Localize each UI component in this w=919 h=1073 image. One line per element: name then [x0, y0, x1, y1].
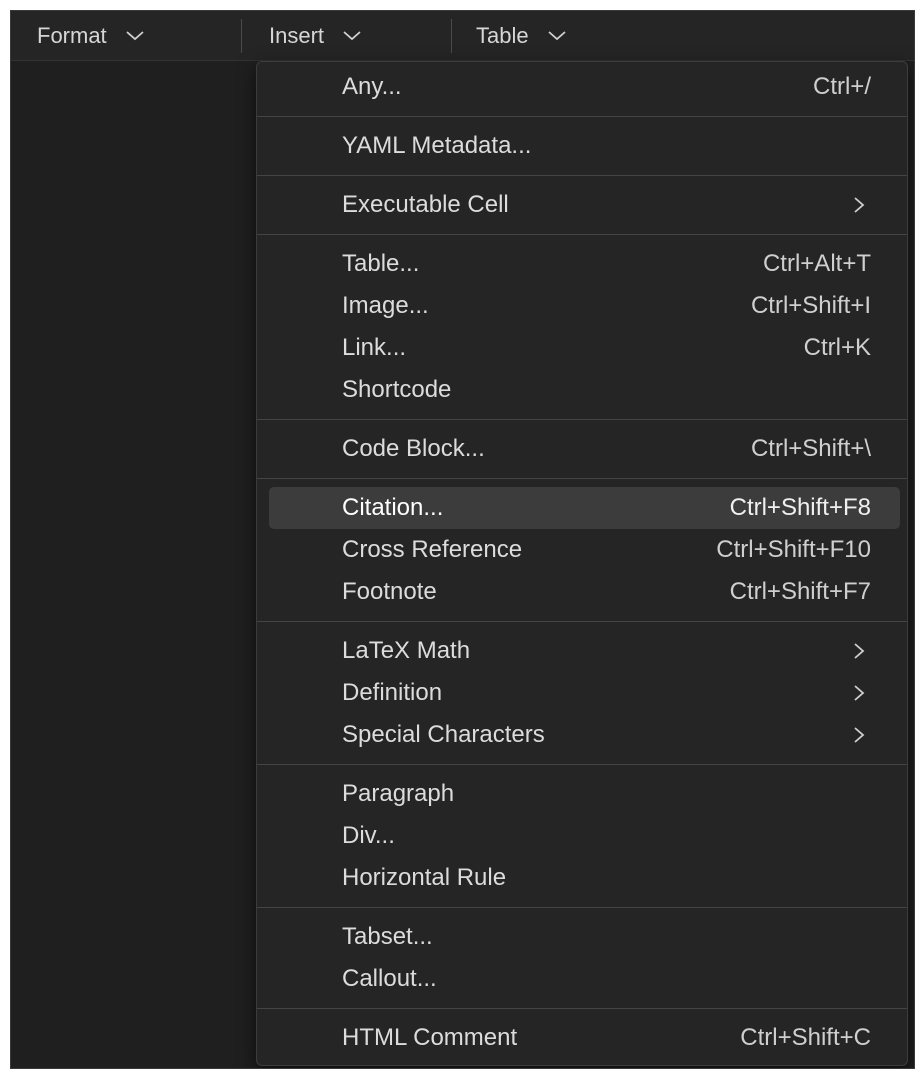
menu-item-label: Code Block... [342, 435, 485, 462]
menu-item-horizontal-rule[interactable]: Horizontal Rule [269, 857, 900, 899]
menu-item-shortcut: Ctrl+Shift+F8 [729, 494, 871, 521]
menu-item-table[interactable]: Table... Ctrl+Alt+T [269, 243, 900, 285]
table-menu-button[interactable]: Table [476, 11, 567, 61]
menu-item-shortcut: Ctrl+Shift+I [750, 292, 871, 319]
menu-item-shortcut: Ctrl+/ [812, 73, 871, 100]
menu-item-shortcut: Ctrl+Shift+\ [750, 435, 871, 462]
menu-item-label: Executable Cell [342, 191, 509, 218]
menu-item-label: Paragraph [342, 780, 455, 807]
menu-item-label: Horizontal Rule [342, 864, 507, 891]
menu-item-citation[interactable]: Citation... Ctrl+Shift+F8 [269, 487, 900, 529]
menu-item-label: YAML Metadata... [342, 132, 532, 159]
insert-dropdown-menu: Any... Ctrl+/ YAML Metadata... Executabl… [256, 61, 908, 1066]
menu-item-paragraph[interactable]: Paragraph [269, 773, 900, 815]
menu-separator [257, 175, 907, 176]
menu-item-latex-math[interactable]: LaTeX Math [269, 630, 900, 672]
menu-item-shortcut: Ctrl+Shift+C [740, 1024, 871, 1051]
menu-item-yaml-metadata[interactable]: YAML Metadata... [269, 125, 900, 167]
menu-item-footnote[interactable]: Footnote Ctrl+Shift+F7 [269, 571, 900, 613]
insert-menu-label: Insert [269, 23, 325, 48]
toolbar-divider [241, 19, 242, 53]
menu-separator [257, 764, 907, 765]
table-menu-label: Table [476, 23, 529, 48]
menu-item-link[interactable]: Link... Ctrl+K [269, 327, 900, 369]
menu-item-label: LaTeX Math [342, 637, 471, 664]
editor-toolbar: Format Insert Table [11, 11, 914, 61]
menu-separator [257, 234, 907, 235]
menu-item-tabset[interactable]: Tabset... [269, 916, 900, 958]
menu-item-shortcut: Ctrl+Shift+F7 [729, 578, 871, 605]
insert-menu-button[interactable]: Insert [269, 11, 362, 61]
chevron-right-icon [852, 725, 866, 745]
format-menu-button[interactable]: Format [37, 11, 145, 61]
menu-item-shortcut: Ctrl+Alt+T [762, 250, 871, 277]
menu-item-label: Image... [342, 292, 429, 319]
menu-separator [257, 419, 907, 420]
menu-item-label: Cross Reference [342, 536, 523, 563]
menu-item-div[interactable]: Div... [269, 815, 900, 857]
menu-item-label: HTML Comment [342, 1024, 518, 1051]
menu-item-definition[interactable]: Definition [269, 672, 900, 714]
menu-item-label: Any... [342, 73, 402, 100]
menu-separator [257, 478, 907, 479]
menu-item-code-block[interactable]: Code Block... Ctrl+Shift+\ [269, 428, 900, 470]
menu-item-label: Tabset... [342, 923, 433, 950]
menu-item-special-characters[interactable]: Special Characters [269, 714, 900, 756]
chevron-right-icon [852, 683, 866, 703]
menu-item-executable-cell[interactable]: Executable Cell [269, 184, 900, 226]
menu-item-label: Definition [342, 679, 443, 706]
menu-item-label: Link... [342, 334, 407, 361]
menu-item-html-comment[interactable]: HTML Comment Ctrl+Shift+C [269, 1017, 900, 1059]
editor-window: Format Insert Table Any... Ctrl+/ YAML M… [10, 10, 915, 1069]
menu-item-any[interactable]: Any... Ctrl+/ [269, 66, 900, 108]
format-menu-label: Format [37, 23, 107, 48]
menu-item-label: Table... [342, 250, 420, 277]
menu-item-shortcut: Ctrl+Shift+F10 [716, 536, 871, 563]
menu-item-shortcut: Ctrl+K [803, 334, 871, 361]
menu-item-label: Footnote [342, 578, 437, 605]
menu-item-cross-reference[interactable]: Cross Reference Ctrl+Shift+F10 [269, 529, 900, 571]
chevron-right-icon [852, 195, 866, 215]
menu-item-shortcode[interactable]: Shortcode [269, 369, 900, 411]
menu-item-label: Special Characters [342, 721, 545, 748]
menu-item-label: Shortcode [342, 376, 452, 403]
menu-separator [257, 116, 907, 117]
menu-item-label: Div... [342, 822, 395, 849]
chevron-right-icon [852, 641, 866, 661]
menu-item-callout[interactable]: Callout... [269, 958, 900, 1000]
menu-item-label: Citation... [342, 494, 444, 521]
menu-item-image[interactable]: Image... Ctrl+Shift+I [269, 285, 900, 327]
chevron-down-icon [342, 30, 362, 42]
menu-separator [257, 621, 907, 622]
chevron-down-icon [125, 30, 145, 42]
chevron-down-icon [547, 30, 567, 42]
menu-item-label: Callout... [342, 965, 437, 992]
menu-separator [257, 907, 907, 908]
menu-separator [257, 1008, 907, 1009]
toolbar-divider [451, 19, 452, 53]
